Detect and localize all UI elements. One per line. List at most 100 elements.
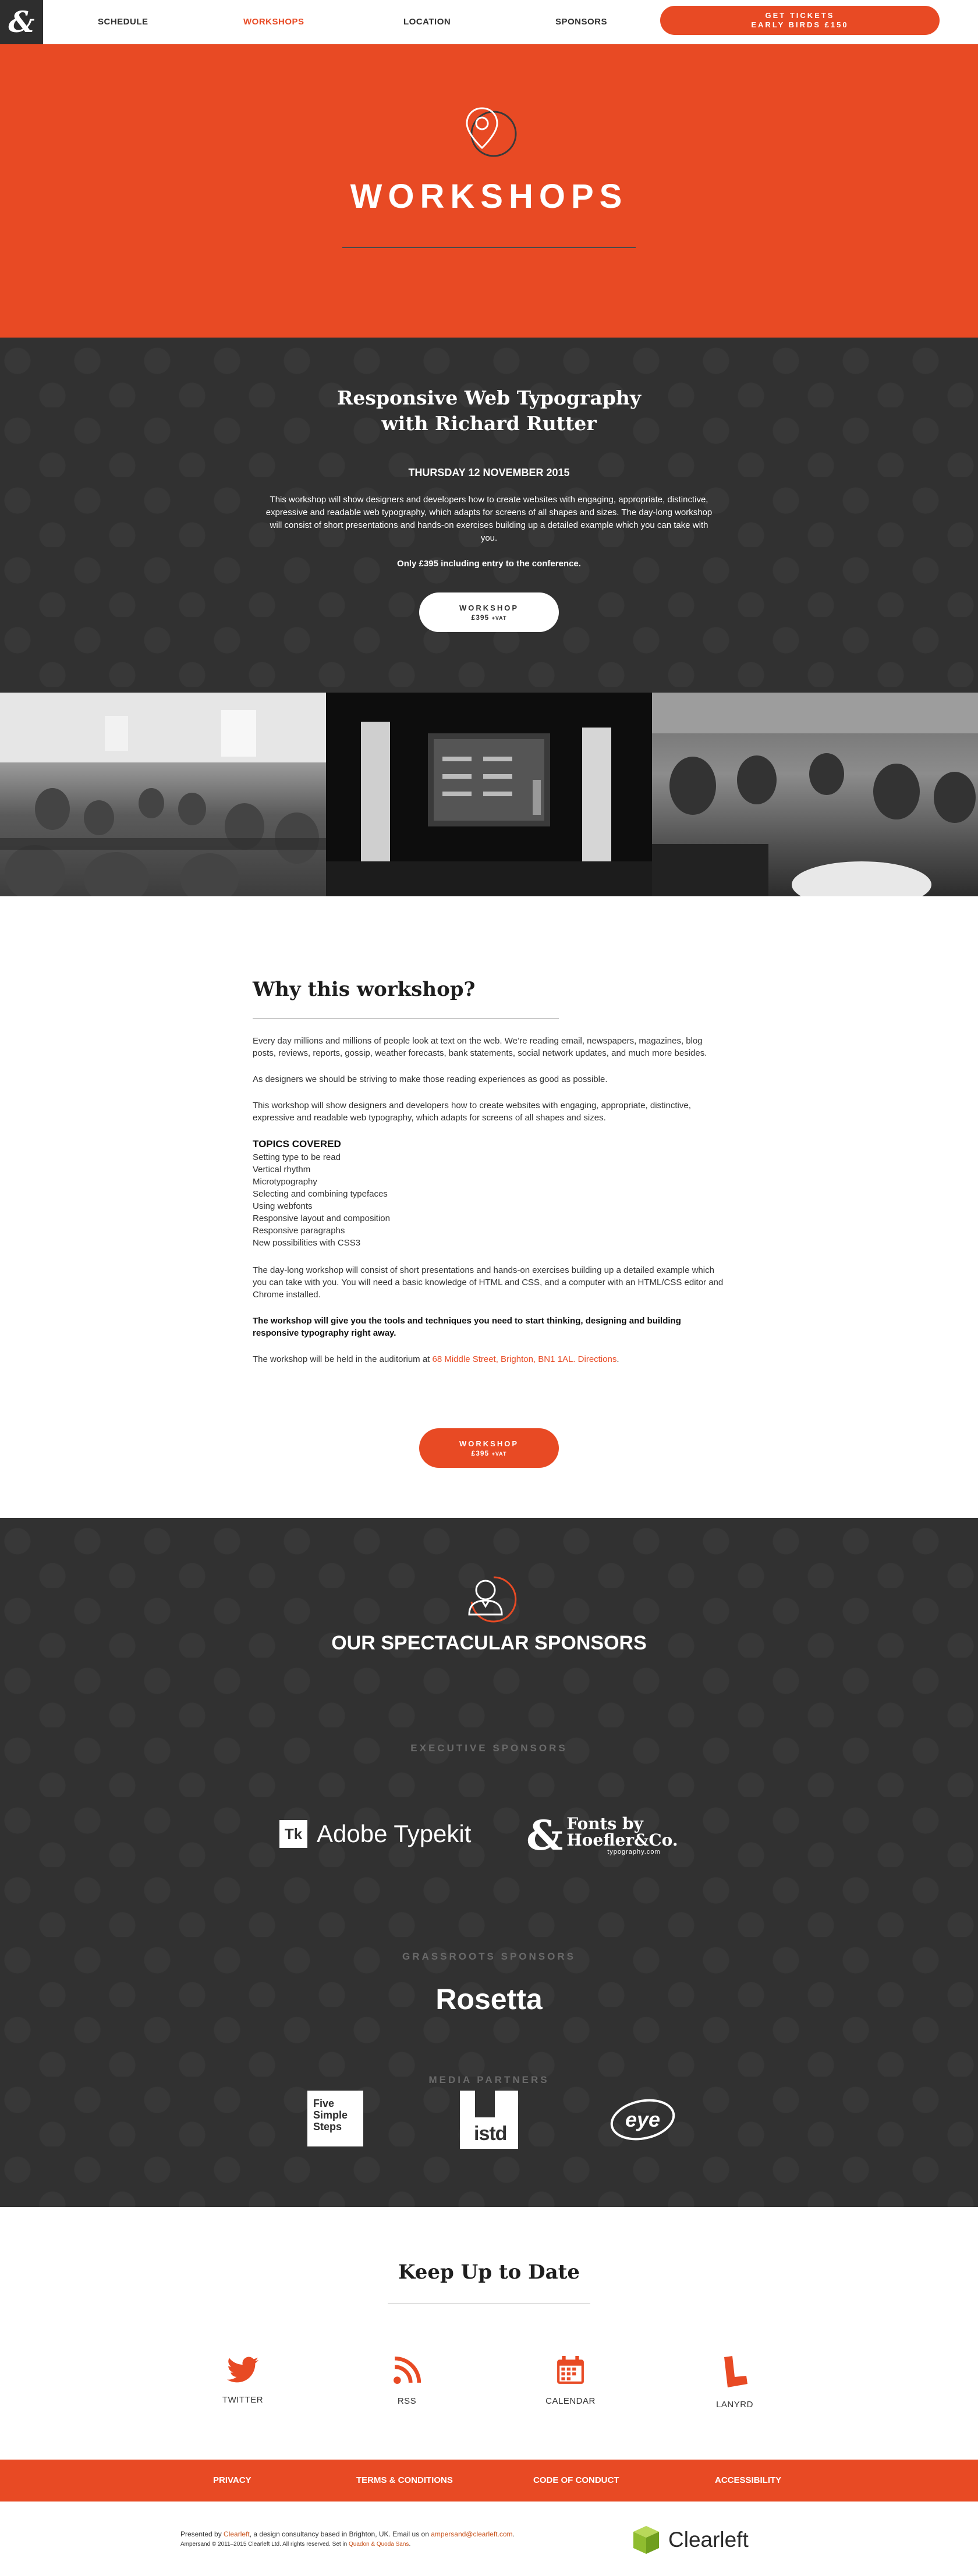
nav-location[interactable]: LOCATION — [403, 0, 451, 44]
why-paragraph-4: The day-long workshop will consist of sh… — [253, 1265, 724, 1300]
twitter-label: TWITTER — [222, 2395, 264, 2405]
istd-mark — [475, 2091, 495, 2117]
location-pin-icon — [466, 107, 517, 157]
rss-icon — [394, 2356, 421, 2384]
lanyrd-icon — [724, 2356, 747, 2387]
workshop-button-price: £395 +VAT — [419, 613, 559, 623]
price-value: £395 — [471, 1449, 490, 1457]
nav-schedule[interactable]: SCHEDULE — [98, 0, 148, 44]
workshop-date: THURSDAY 12 NOVEMBER 2015 — [408, 467, 570, 478]
presented-line: Presented by Clearleft, a design consult… — [180, 2529, 515, 2539]
footer-links: PRIVACY TERMS & CONDITIONS CODE OF CONDU… — [0, 2460, 978, 2502]
topics-list: Setting type to be read Vertical rhythm … — [253, 1151, 725, 1249]
workshop-button-label: WORKSHOP — [459, 604, 519, 612]
media-partners-label: MEDIA PARTNERS — [428, 2074, 550, 2085]
topic-item: Setting type to be read — [253, 1152, 341, 1162]
get-tickets-button[interactable]: GET TICKETS EARLY BIRDS £150 — [660, 6, 940, 35]
venue-end: . — [616, 1354, 619, 1364]
topic-item: Microtypography — [253, 1177, 317, 1187]
five-simple-steps-logo[interactable]: Five Simple Steps — [307, 2091, 363, 2146]
footer-code-of-conduct[interactable]: CODE OF CONDUCT — [533, 2460, 619, 2502]
twitter-icon — [227, 2357, 258, 2383]
topic-item: Responsive layout and composition — [253, 1214, 390, 1223]
fss-line: Steps — [313, 2121, 342, 2133]
workshop-button-price: £395 +VAT — [419, 1449, 559, 1459]
clearleft-wordmark: Clearleft — [668, 2528, 749, 2552]
sponsors-section: OUR SPECTACULAR SPONSORS EXECUTIVE SPONS… — [0, 1518, 978, 2207]
typekit-mark: Tk — [279, 1820, 307, 1848]
nav-sponsors[interactable]: SPONSORS — [555, 0, 607, 44]
hoefler-line1: Fonts by — [566, 1814, 643, 1833]
why-heading: Why this workshop? — [253, 978, 476, 1001]
topics-heading: TOPICS COVERED — [253, 1138, 341, 1149]
price-value: £395 — [471, 613, 490, 622]
clearleft-cube-icon — [633, 2526, 659, 2554]
keep-heading: Keep Up to Date — [398, 2261, 580, 2284]
workshop-description: This workshop will show designers and de… — [265, 495, 713, 543]
email-link[interactable]: ampersand@clearleft.com — [431, 2530, 512, 2538]
hoefler-ampersand: & — [526, 1811, 564, 1860]
top-navigation: & SCHEDULE WORKSHOPS LOCATION SPONSORS G… — [0, 0, 978, 44]
photo-strip — [0, 693, 978, 896]
istd-wordmark: istd — [474, 2123, 507, 2145]
page: & SCHEDULE WORKSHOPS LOCATION SPONSORS G… — [0, 0, 978, 2576]
workshop-summary: Responsive Web Typography with Richard R… — [0, 338, 978, 693]
social-calendar[interactable]: CALENDAR — [536, 2356, 605, 2406]
venue-address-link[interactable]: 68 Middle Street, Brighton, BN1 1AL. — [433, 1354, 576, 1364]
calendar-icon — [557, 2356, 584, 2384]
copyright-line: Ampersand © 2011–2015 Clearleft Ltd. All… — [180, 2539, 515, 2549]
social-twitter[interactable]: TWITTER — [208, 2356, 278, 2405]
workshops-hero: WORKSHOPS — [0, 44, 978, 338]
adobe-typekit-logo[interactable]: Tk Adobe Typekit — [279, 1820, 471, 1848]
nav-workshops[interactable]: WORKSHOPS — [243, 0, 304, 44]
workshop-photo-crowd — [652, 693, 978, 896]
workshop-button-label: WORKSHOP — [459, 1439, 519, 1448]
hero-divider — [342, 247, 636, 248]
workshop-photo-room — [0, 693, 326, 896]
why-paragraph-2: As designers we should be striving to ma… — [253, 1074, 608, 1084]
workshop-title: Responsive Web Typography with Richard R… — [0, 385, 978, 437]
clearleft-logo[interactable]: Clearleft — [630, 2524, 749, 2556]
ampersand-logo[interactable]: & — [0, 0, 43, 44]
venue-prefix: The workshop will be held in the auditor… — [253, 1354, 433, 1364]
footer-accessibility[interactable]: ACCESSIBILITY — [715, 2460, 781, 2502]
hoefler-line2: Hoefler&Co. — [566, 1830, 678, 1850]
footer: Presented by Clearleft, a design consult… — [0, 2502, 978, 2576]
copyright-end: . — [409, 2541, 411, 2547]
sponsors-heading: OUR SPECTACULAR SPONSORS — [331, 1632, 647, 1654]
fss-line: Simple — [313, 2109, 348, 2121]
topic-item: Vertical rhythm — [253, 1165, 311, 1175]
footer-credits: Presented by Clearleft, a design consult… — [180, 2529, 515, 2549]
presented-mid: , a design consultancy based in Brighton… — [249, 2530, 431, 2538]
eye-magazine-logo[interactable]: eye — [608, 2096, 678, 2143]
why-paragraph-1: Every day millions and millions of peopl… — [253, 1036, 707, 1058]
topic-item: New possibilities with CSS3 — [253, 1238, 361, 1248]
workshop-photo-stage — [326, 693, 652, 896]
rosetta-logo[interactable]: Rosetta — [0, 1982, 978, 2016]
istd-logo[interactable]: istd — [460, 2091, 518, 2149]
vat-label: +VAT — [491, 1451, 507, 1457]
lanyrd-label: LANYRD — [716, 2400, 753, 2410]
social-lanyrd[interactable]: LANYRD — [700, 2356, 770, 2410]
footer-terms[interactable]: TERMS & CONDITIONS — [356, 2460, 453, 2502]
workshop-button-bottom[interactable]: WORKSHOP £395 +VAT — [419, 1428, 559, 1468]
why-paragraph-5: The workshop will give you the tools and… — [253, 1316, 681, 1338]
page-title: WORKSHOPS — [350, 178, 628, 215]
person-icon — [468, 1576, 517, 1623]
why-venue: The workshop will be held in the auditor… — [253, 1353, 725, 1365]
clearleft-link[interactable]: Clearleft — [224, 2530, 250, 2538]
why-this-workshop: Why this workshop? Every day millions an… — [0, 896, 978, 1518]
eye-wordmark: eye — [625, 2107, 660, 2131]
hoefler-logo[interactable]: & Fonts by Hoefler&Co. typography.com — [526, 1811, 678, 1860]
vat-label: +VAT — [491, 615, 507, 621]
fss-line: Five — [313, 2098, 335, 2109]
fonts-link[interactable]: Quadon & Quoda Sans — [349, 2541, 409, 2547]
topic-item: Using webfonts — [253, 1201, 313, 1211]
footer-privacy[interactable]: PRIVACY — [213, 2460, 251, 2502]
workshop-title-line2: with Richard Rutter — [381, 412, 597, 435]
social-rss[interactable]: RSS — [372, 2356, 442, 2406]
directions-link[interactable]: Directions — [578, 1354, 617, 1364]
hoefler-wordmark: Fonts by Hoefler&Co. typography.com — [566, 1814, 678, 1856]
workshop-button[interactable]: WORKSHOP £395 +VAT — [419, 592, 559, 632]
workshop-title-line1: Responsive Web Typography — [336, 386, 642, 409]
